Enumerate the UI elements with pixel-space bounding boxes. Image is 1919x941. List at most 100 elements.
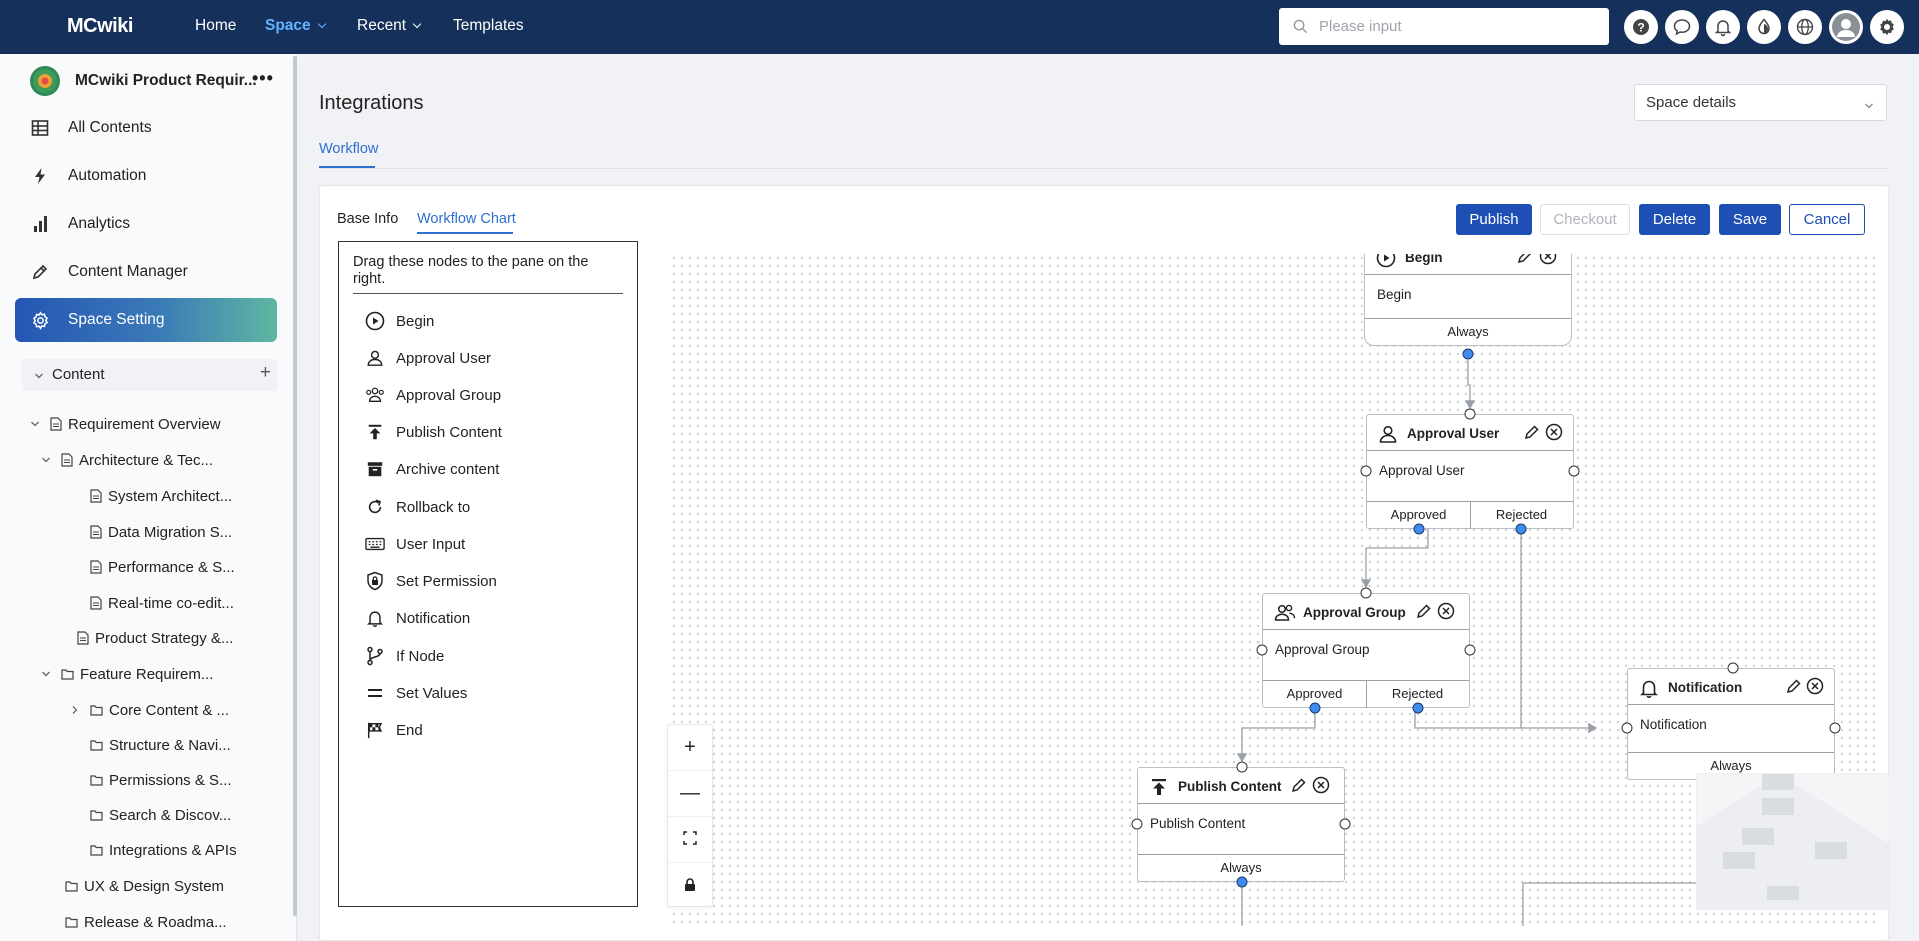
palette-item-if-node[interactable]: If Node bbox=[363, 644, 444, 668]
begin-out-port[interactable] bbox=[1462, 348, 1474, 360]
save-button[interactable]: Save bbox=[1719, 204, 1781, 235]
brand-logo[interactable]: MCwiki bbox=[67, 15, 133, 38]
tree-item[interactable]: Permissions & S... bbox=[90, 768, 232, 792]
notification-top-port[interactable] bbox=[1727, 662, 1739, 674]
tab-workflow-chart[interactable]: Workflow Chart bbox=[417, 211, 516, 227]
delete-node-icon[interactable] bbox=[1539, 254, 1557, 269]
tree-item[interactable]: Integrations & APIs bbox=[90, 838, 237, 862]
lock-button[interactable] bbox=[668, 863, 712, 909]
bell-icon[interactable] bbox=[1706, 10, 1740, 44]
tree-item[interactable]: Requirement Overview bbox=[28, 412, 221, 436]
publish-out-port[interactable] bbox=[1236, 876, 1248, 888]
nav-space[interactable]: Space bbox=[265, 17, 326, 35]
tree-item[interactable]: Real-time co-edit... bbox=[90, 591, 234, 615]
node-begin[interactable]: Begin Begin Always bbox=[1364, 254, 1572, 346]
sidebar-item-content-manager[interactable]: Content Manager bbox=[15, 250, 277, 294]
palette-item-publish-content[interactable]: Publish Content bbox=[363, 420, 502, 444]
palette-item-begin[interactable]: Begin bbox=[363, 309, 434, 333]
approval-user-in-port[interactable] bbox=[1464, 408, 1476, 420]
globe-icon[interactable] bbox=[1788, 10, 1822, 44]
chevron-down-icon[interactable] bbox=[39, 669, 53, 679]
chevron-down-icon[interactable] bbox=[34, 368, 44, 385]
tree-item[interactable]: Core Content & ... bbox=[68, 698, 229, 722]
delete-node-icon[interactable] bbox=[1545, 423, 1563, 445]
chat-icon[interactable] bbox=[1665, 10, 1699, 44]
checkout-button[interactable]: Checkout bbox=[1540, 204, 1630, 235]
delete-button[interactable]: Delete bbox=[1639, 204, 1710, 235]
avatar[interactable] bbox=[1829, 10, 1863, 44]
sidebar-scrollbar[interactable] bbox=[293, 56, 297, 916]
palette-item-set-values[interactable]: Set Values bbox=[363, 681, 467, 705]
nav-home[interactable]: Home bbox=[195, 17, 236, 35]
chevron-down-icon[interactable] bbox=[28, 419, 42, 429]
delete-node-icon[interactable] bbox=[1312, 776, 1330, 798]
more-options-button[interactable]: ••• bbox=[252, 68, 274, 89]
palette-item-approval-group[interactable]: Approval Group bbox=[363, 383, 501, 407]
tab-base-info[interactable]: Base Info bbox=[337, 211, 398, 227]
help-icon[interactable]: ? bbox=[1624, 10, 1658, 44]
chevron-down-icon[interactable] bbox=[39, 455, 53, 465]
notification-right-port[interactable] bbox=[1829, 722, 1841, 734]
add-content-button[interactable]: + bbox=[260, 362, 271, 384]
publish-in-port[interactable] bbox=[1236, 761, 1248, 773]
edit-icon[interactable] bbox=[1416, 603, 1432, 623]
node-approval-user[interactable]: Approval User Approval User Approved Rej… bbox=[1366, 414, 1574, 529]
gear-icon[interactable] bbox=[1870, 10, 1904, 44]
tree-item[interactable]: UX & Design System bbox=[65, 874, 224, 898]
edit-icon[interactable] bbox=[1524, 424, 1540, 444]
nav-templates[interactable]: Templates bbox=[453, 17, 524, 35]
tree-item[interactable]: Release & Roadma... bbox=[65, 910, 227, 934]
publish-button[interactable]: Publish bbox=[1456, 204, 1532, 235]
publish-left-port[interactable] bbox=[1131, 818, 1143, 830]
edit-icon[interactable] bbox=[1786, 678, 1802, 698]
cancel-button[interactable]: Cancel bbox=[1789, 204, 1865, 235]
notification-left-port[interactable] bbox=[1621, 722, 1633, 734]
space-details-select[interactable]: Space details bbox=[1634, 84, 1887, 121]
delete-node-icon[interactable] bbox=[1806, 677, 1824, 699]
content-tree-header[interactable]: Content + bbox=[22, 359, 277, 391]
workflow-minimap[interactable] bbox=[1696, 773, 1890, 910]
palette-item-approval-user[interactable]: Approval User bbox=[363, 346, 491, 370]
tab-workflow[interactable]: Workflow bbox=[319, 141, 378, 157]
node-approval-group[interactable]: Approval Group Approval Group Approved R… bbox=[1262, 593, 1470, 708]
tree-item[interactable]: Search & Discov... bbox=[90, 803, 231, 827]
tree-item[interactable]: Product Strategy &... bbox=[77, 626, 233, 650]
chevron-right-icon[interactable] bbox=[68, 705, 82, 715]
approval-group-left-port[interactable] bbox=[1256, 644, 1268, 656]
space-header[interactable]: MCwiki Product Requir... ••• bbox=[30, 66, 280, 96]
tree-item[interactable]: System Architect... bbox=[90, 484, 232, 508]
zoom-in-button[interactable]: + bbox=[668, 725, 712, 771]
palette-item-end[interactable]: End bbox=[363, 718, 423, 742]
palette-item-notification[interactable]: Notification bbox=[363, 606, 470, 630]
publish-right-port[interactable] bbox=[1339, 818, 1351, 830]
tree-item[interactable]: Performance & S... bbox=[90, 555, 235, 579]
sidebar-item-automation[interactable]: Automation bbox=[15, 154, 277, 198]
delete-node-icon[interactable] bbox=[1437, 602, 1455, 624]
palette-item-set-permission[interactable]: Set Permission bbox=[363, 569, 497, 593]
nav-recent[interactable]: Recent bbox=[357, 17, 422, 35]
tree-item[interactable]: Structure & Navi... bbox=[90, 733, 231, 757]
approval-group-rejected-port[interactable] bbox=[1412, 702, 1424, 714]
approval-user-right-port[interactable] bbox=[1568, 465, 1580, 477]
node-notification[interactable]: Notification Notification Always bbox=[1627, 668, 1835, 780]
palette-item-user-input[interactable]: User Input bbox=[363, 532, 465, 556]
node-publish-content[interactable]: Publish Content Publish Content Always bbox=[1137, 767, 1345, 882]
tree-item[interactable]: Feature Requirem... bbox=[39, 662, 213, 686]
approval-group-approved-port[interactable] bbox=[1309, 702, 1321, 714]
theme-icon[interactable] bbox=[1747, 10, 1781, 44]
sidebar-item-analytics[interactable]: Analytics bbox=[15, 202, 277, 246]
edit-icon[interactable] bbox=[1291, 777, 1307, 797]
tree-item[interactable]: Data Migration S... bbox=[90, 520, 232, 544]
tree-item[interactable]: Architecture & Tec... bbox=[39, 448, 213, 472]
approval-group-right-port[interactable] bbox=[1464, 644, 1476, 656]
palette-item-rollback-to[interactable]: Rollback to bbox=[363, 495, 470, 519]
palette-item-archive-content[interactable]: Archive content bbox=[363, 457, 499, 481]
zoom-out-button[interactable]: — bbox=[668, 771, 712, 817]
sidebar-item-all-contents[interactable]: All Contents bbox=[15, 106, 277, 150]
search-input[interactable] bbox=[1319, 8, 1599, 45]
sidebar-item-space-setting[interactable]: Space Setting bbox=[15, 298, 277, 342]
approval-user-rejected-port[interactable] bbox=[1515, 523, 1527, 535]
fit-view-button[interactable] bbox=[668, 817, 712, 863]
approval-user-left-port[interactable] bbox=[1360, 465, 1372, 477]
approval-user-approved-port[interactable] bbox=[1413, 523, 1425, 535]
